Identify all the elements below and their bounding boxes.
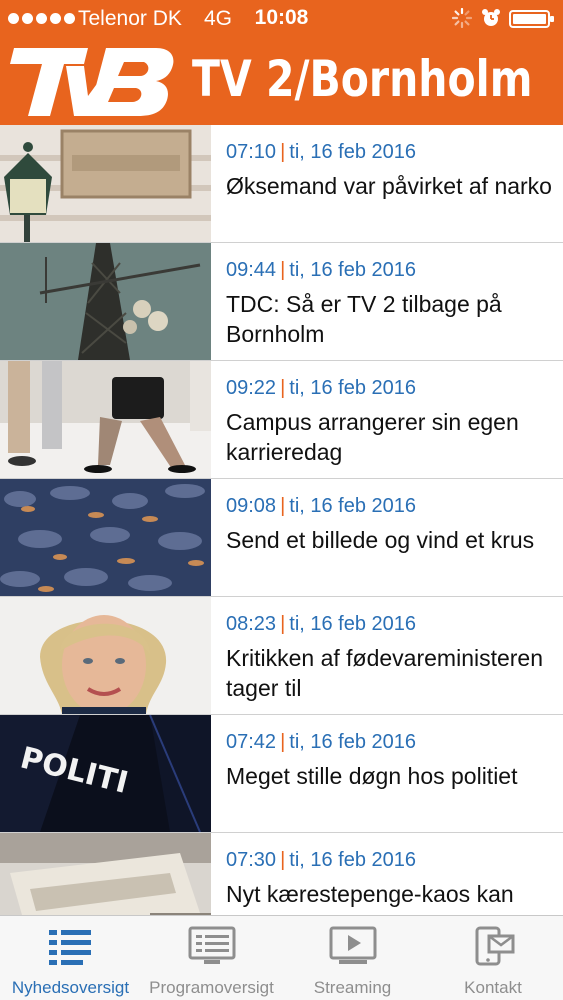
news-timestamp: 08:23 | ti, 16 feb 2016 xyxy=(226,613,417,635)
tab-label: Programoversigt xyxy=(149,978,274,997)
tv2-logo-icon xyxy=(10,48,174,116)
news-thumbnail xyxy=(0,479,211,596)
tab-nyhedsoversigt[interactable]: Nyhedsoversigt xyxy=(0,916,141,1000)
news-timestamp: 09:44 | ti, 16 feb 2016 xyxy=(226,259,417,281)
tab-label: Nyhedsoversigt xyxy=(11,978,130,997)
news-item[interactable]: 08:23 | ti, 16 feb 2016 Kritikken af fødev… xyxy=(0,597,563,715)
news-thumbnail xyxy=(0,243,211,360)
app-header: Telenor DK 4G 10:08 TV 2/Bornholm xyxy=(0,0,563,125)
news-thumbnail xyxy=(0,125,211,242)
news-timestamp: 07:30 | ti, 16 feb 2016 xyxy=(226,849,417,871)
news-timestamp: 07:10 | ti, 16 feb 2016 xyxy=(226,141,417,163)
list-icon xyxy=(48,930,91,965)
news-timestamp: 07:42 | ti, 16 feb 2016 xyxy=(226,731,417,753)
tab-label: Kontakt xyxy=(464,978,522,997)
contact-icon xyxy=(475,926,515,966)
news-list: 07:10 | ti, 16 feb 2016 Øksemand var påvir… xyxy=(0,125,563,915)
tab-streaming[interactable]: Streaming xyxy=(282,916,423,1000)
news-thumbnail xyxy=(0,361,211,478)
news-thumbnail xyxy=(0,833,211,915)
news-item[interactable]: 07:30 | ti, 16 feb 2016 Nyt kærestepenge-k… xyxy=(0,833,563,915)
battery-icon xyxy=(509,10,554,28)
news-title: TDC: Så er TV 2 tilbage på Bornholm xyxy=(226,291,502,347)
tab-bar: Nyhedsoversigt Programoversigt Streaming… xyxy=(0,915,563,1000)
news-item[interactable]: 09:08 | ti, 16 feb 2016 Send et billede og… xyxy=(0,479,563,597)
news-thumbnail xyxy=(0,597,211,714)
news-title: Send et billede og vind et krus xyxy=(226,527,535,553)
play-icon xyxy=(329,926,376,964)
news-item[interactable]: 07:10 | ti, 16 feb 2016 Øksemand var påvir… xyxy=(0,125,563,243)
news-item[interactable]: POLITI 07:42 | ti, 16 feb 2016 Meget still… xyxy=(0,715,563,833)
news-item[interactable]: 09:44 | ti, 16 feb 2016 TDC: Så er TV 2 ti… xyxy=(0,243,563,361)
status-bar: Telenor DK 4G 10:08 xyxy=(0,0,563,36)
news-title: Nyt kærestepenge-kaos kan xyxy=(226,881,514,907)
status-time: 10:08 xyxy=(254,6,309,29)
news-timestamp: 09:08 | ti, 16 feb 2016 xyxy=(226,495,417,517)
news-title: Kritikken af fødevareministeren tager ti… xyxy=(226,645,544,701)
news-title: Meget stille døgn hos politiet xyxy=(226,763,518,789)
news-title: Campus arrangerer sin egen karrieredag xyxy=(226,409,519,465)
channel-name: TV 2/Bornholm xyxy=(192,50,533,108)
news-thumbnail: POLITI xyxy=(0,715,211,832)
activity-spinner-icon xyxy=(452,8,472,28)
schedule-icon xyxy=(188,926,235,964)
alarm-clock-icon xyxy=(482,9,500,26)
tab-label: Streaming xyxy=(313,978,392,997)
tab-kontakt[interactable]: Kontakt xyxy=(423,916,563,1000)
news-timestamp: 09:22 | ti, 16 feb 2016 xyxy=(226,377,417,399)
news-title: Øksemand var påvirket af narko xyxy=(226,173,552,199)
news-item[interactable]: 09:22 | ti, 16 feb 2016 Campus arrangerer … xyxy=(0,361,563,479)
tab-programoversigt[interactable]: Programoversigt xyxy=(141,916,282,1000)
